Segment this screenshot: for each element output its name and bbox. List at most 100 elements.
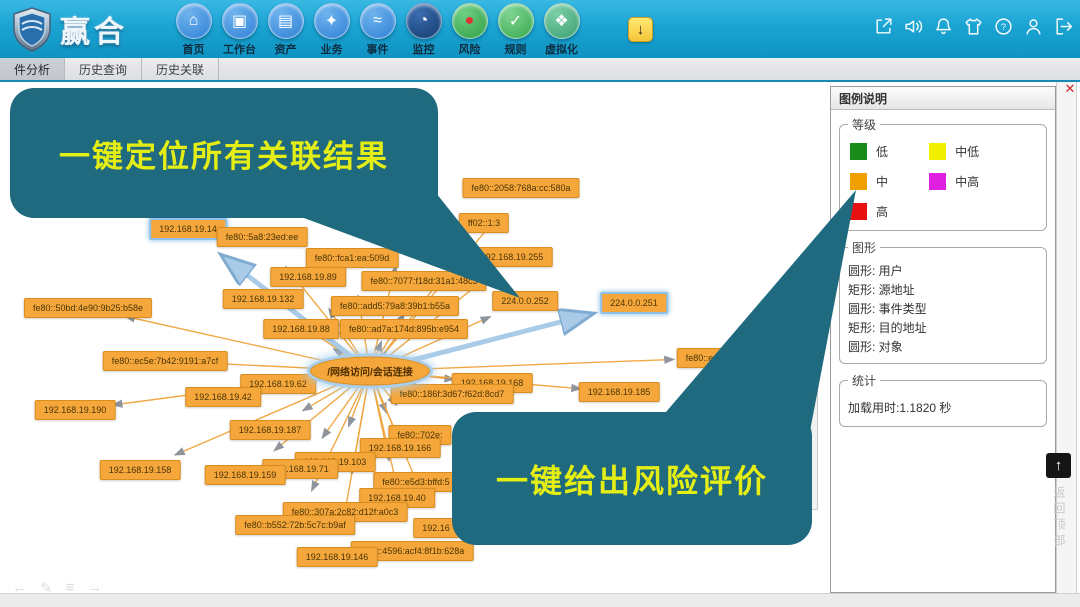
- workbench-icon: ▣: [222, 3, 258, 39]
- graph-node[interactable]: fe80::7077:f18d:31a1:48c3: [361, 271, 486, 291]
- legend-shape-row: 圆形: 对象: [848, 338, 1038, 357]
- help-icon[interactable]: ?: [993, 16, 1014, 37]
- level-color-swatch: [850, 143, 867, 160]
- legend-panel-title: 图例说明: [831, 87, 1055, 110]
- forward-icon[interactable]: →: [87, 579, 102, 597]
- level-label: 低: [876, 143, 888, 160]
- legend-shape-row: 圆形: 事件类型: [848, 300, 1038, 319]
- graph-center-node[interactable]: /网络访问/会话连接: [310, 357, 430, 386]
- graph-node[interactable]: 192.168.19.158: [100, 460, 181, 480]
- legend-levels-group: 等级 低中低中中高高: [839, 116, 1047, 231]
- nav-item-label: 业务: [321, 41, 343, 57]
- legend-shape-row: 矩形: 目的地址: [848, 319, 1038, 338]
- graph-node[interactable]: 192.168.19.132: [223, 289, 304, 309]
- graph-node[interactable]: fe80::50bd:4e90:9b25:b58e: [24, 298, 152, 318]
- level-label: 中: [876, 173, 888, 190]
- level-label: 高: [876, 203, 888, 220]
- graph-node[interactable]: 192.168.19.88: [263, 319, 339, 339]
- legend-stats-group: 统计 加载用时:1.1820 秒: [839, 372, 1047, 427]
- business-icon: ✦: [314, 3, 350, 39]
- legend-shapes-group: 图形 圆形: 用户矩形: 源地址圆形: 事件类型矩形: 目的地址圆形: 对象: [839, 239, 1047, 364]
- graph-node[interactable]: fe80::b552:72b:5c7c:b9af: [235, 515, 355, 535]
- level-color-swatch: [929, 143, 946, 160]
- external-link-icon[interactable]: [873, 16, 894, 37]
- graph-node[interactable]: fe80::5a8:23ed:ee: [217, 227, 308, 247]
- legend-level-item: 中: [850, 173, 929, 190]
- level-label: 中低: [955, 143, 979, 160]
- legend-levels-title: 等级: [848, 116, 880, 133]
- risk-icon: ●: [452, 3, 488, 39]
- svg-text:?: ?: [1001, 22, 1006, 33]
- graph-node[interactable]: 192.168.19.89: [270, 267, 346, 287]
- nav-items: ⌂ 首页 ▣ 工作台 ▤ 资产 ✦ 业务 ≈事件◔监控● 风险 ✓规则❖虚拟化: [172, 3, 583, 57]
- level-color-swatch: [850, 173, 867, 190]
- theme-icon[interactable]: [963, 16, 984, 37]
- legend-shape-items: 圆形: 用户矩形: 源地址圆形: 事件类型矩形: 目的地址圆形: 对象: [848, 262, 1038, 357]
- tab-0[interactable]: 件分析: [0, 58, 65, 80]
- graph-scrollbar-handle[interactable]: [811, 347, 817, 361]
- nav-item-workbench[interactable]: ▣ 工作台: [218, 3, 261, 57]
- graph-node[interactable]: 192.168.19.255: [472, 247, 553, 267]
- close-icon[interactable]: ✕: [1062, 81, 1078, 97]
- legend-level-items: 低中低中中高高: [848, 139, 1038, 224]
- graph-node[interactable]: fe80::fca1:ea:509d: [306, 248, 399, 268]
- level-color-swatch: [850, 203, 867, 220]
- tab-2[interactable]: 历史关联: [142, 58, 219, 80]
- back-to-top-button[interactable]: ↑: [1046, 453, 1071, 478]
- topbar: 赢合 ⌂ 首页 ▣ 工作台 ▤ 资产 ✦ 业务 ≈事件◔监控● 风险 ✓规则❖虚拟化 ↓ ?: [0, 0, 1080, 58]
- events-icon: ≈: [360, 3, 396, 39]
- graph-node[interactable]: 192.168.19.159: [205, 465, 286, 485]
- nav-item-assets[interactable]: ▤ 资产: [264, 3, 307, 57]
- nav-item-rules[interactable]: ✓规则: [494, 3, 537, 57]
- legend-shape-row: 圆形: 用户: [848, 262, 1038, 281]
- graph-node[interactable]: 192.168.19.121: [365, 219, 446, 239]
- nav-item-label: 工作台: [223, 41, 256, 57]
- legend-panel: 图例说明 等级 低中低中中高高 图形 圆形: 用户矩形: 源地址圆形: 事件类型…: [830, 86, 1056, 593]
- rules-icon: ✓: [498, 3, 534, 39]
- user-icon[interactable]: [1023, 16, 1044, 37]
- nav-item-label: 风险: [459, 41, 481, 57]
- nav-item-home[interactable]: ⌂ 首页: [172, 3, 215, 57]
- graph-node[interactable]: 192.168.19.42: [185, 387, 261, 407]
- volume-icon[interactable]: [903, 16, 924, 37]
- callout-risk: 一键给出风险评价: [452, 412, 812, 545]
- callout-locate: 一键定位所有关联结果: [10, 88, 438, 218]
- legend-level-item: 高: [850, 203, 929, 220]
- nav-item-label: 首页: [183, 41, 205, 57]
- back-icon[interactable]: ←: [12, 579, 27, 597]
- nav-item-risk[interactable]: ● 风险: [448, 3, 491, 57]
- graph-node[interactable]: 224.0.0.251: [600, 292, 668, 314]
- nav-item-monitor[interactable]: ◔监控: [402, 3, 445, 57]
- download-icon: ↓: [637, 21, 645, 38]
- app-logo: 赢合: [10, 6, 128, 52]
- graph-node[interactable]: 192.168.19.14: [149, 218, 227, 240]
- graph-node[interactable]: 224.0.0.252: [492, 291, 558, 311]
- assets-icon: ▤: [268, 3, 304, 39]
- list-icon[interactable]: ≡: [66, 579, 75, 597]
- download-button[interactable]: ↓: [628, 17, 653, 42]
- nav-item-virtualization[interactable]: ❖虚拟化: [540, 3, 583, 57]
- edit-icon[interactable]: ✎: [40, 579, 53, 597]
- logout-icon[interactable]: [1053, 16, 1074, 37]
- nav-item-business[interactable]: ✦ 业务: [310, 3, 353, 57]
- level-color-swatch: [929, 173, 946, 190]
- graph-node[interactable]: fe80::ec5e:7b42:9191:a7cf: [103, 351, 228, 371]
- topbar-right-icons: ?: [873, 16, 1074, 37]
- shield-logo-icon: [10, 6, 54, 52]
- graph-node[interactable]: fe80::186f:3d67:f62d:8cd7: [391, 384, 514, 404]
- nav-item-events[interactable]: ≈事件: [356, 3, 399, 57]
- graph-node[interactable]: 192.168.19.185: [579, 382, 660, 402]
- graph-node[interactable]: fe80::2058:768a:cc:580a: [462, 178, 579, 198]
- graph-node[interactable]: ff02::1:3: [459, 213, 509, 233]
- graph-node[interactable]: fe80::add5:79a8:39b1:b55a: [331, 296, 459, 316]
- tab-1[interactable]: 历史查询: [65, 58, 142, 80]
- nav-item-label: 资产: [275, 41, 297, 57]
- bell-icon[interactable]: [933, 16, 954, 37]
- graph-node[interactable]: 192.168.19.187: [230, 420, 311, 440]
- graph-node[interactable]: fe80::e1fd:b0: [677, 348, 748, 368]
- graph-node[interactable]: 192.168.19.146: [297, 547, 378, 567]
- home-icon: ⌂: [176, 3, 212, 39]
- nav-item-label: 虚拟化: [545, 41, 578, 57]
- graph-node[interactable]: 192.168.19.190: [35, 400, 116, 420]
- graph-node[interactable]: fe80::ad7a:174d:895b:e954: [340, 319, 468, 339]
